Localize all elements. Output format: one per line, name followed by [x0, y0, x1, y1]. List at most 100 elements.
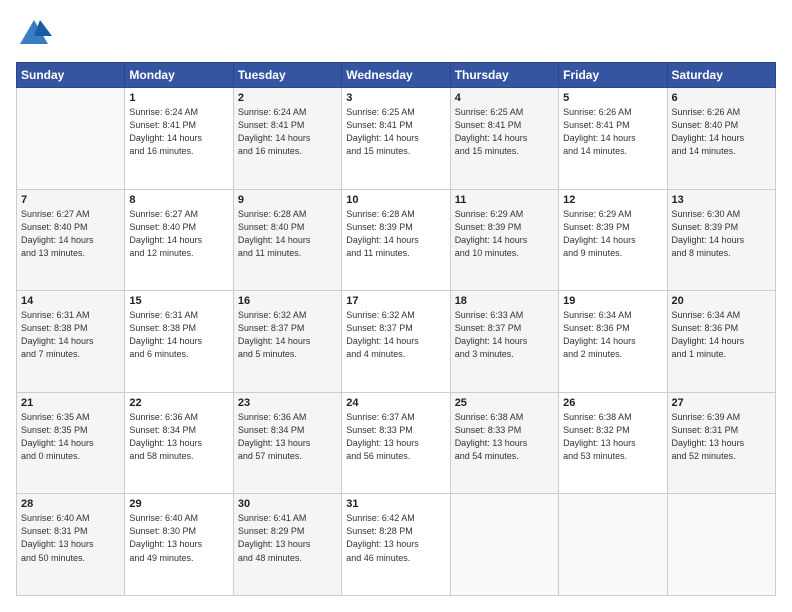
day-number: 29 [129, 498, 228, 510]
day-number: 31 [346, 498, 445, 510]
day-info: Sunrise: 6:30 AM Sunset: 8:39 PM Dayligh… [672, 208, 771, 260]
header-cell-tuesday: Tuesday [233, 63, 341, 88]
day-cell [667, 494, 775, 596]
day-cell: 1 Sunrise: 6:24 AM Sunset: 8:41 PM Daylig… [125, 88, 233, 190]
day-info: Sunrise: 6:24 AM Sunset: 8:41 PM Dayligh… [238, 106, 337, 158]
day-info: Sunrise: 6:27 AM Sunset: 8:40 PM Dayligh… [21, 208, 120, 260]
day-cell: 30 Sunrise: 6:41 AM Sunset: 8:29 PM Dayli… [233, 494, 341, 596]
day-number: 11 [455, 194, 554, 206]
day-number: 18 [455, 295, 554, 307]
day-cell: 3 Sunrise: 6:25 AM Sunset: 8:41 PM Daylig… [342, 88, 450, 190]
day-cell: 23 Sunrise: 6:36 AM Sunset: 8:34 PM Dayli… [233, 392, 341, 494]
day-info: Sunrise: 6:26 AM Sunset: 8:41 PM Dayligh… [563, 106, 662, 158]
day-number: 24 [346, 397, 445, 409]
day-cell: 14 Sunrise: 6:31 AM Sunset: 8:38 PM Dayli… [17, 291, 125, 393]
day-number: 2 [238, 92, 337, 104]
calendar-header: SundayMondayTuesdayWednesdayThursdayFrid… [17, 63, 776, 88]
header [16, 16, 776, 52]
day-number: 16 [238, 295, 337, 307]
day-info: Sunrise: 6:27 AM Sunset: 8:40 PM Dayligh… [129, 208, 228, 260]
calendar-body: 1 Sunrise: 6:24 AM Sunset: 8:41 PM Daylig… [17, 88, 776, 596]
day-info: Sunrise: 6:32 AM Sunset: 8:37 PM Dayligh… [238, 309, 337, 361]
day-info: Sunrise: 6:34 AM Sunset: 8:36 PM Dayligh… [563, 309, 662, 361]
day-cell: 31 Sunrise: 6:42 AM Sunset: 8:28 PM Dayli… [342, 494, 450, 596]
day-number: 13 [672, 194, 771, 206]
day-info: Sunrise: 6:33 AM Sunset: 8:37 PM Dayligh… [455, 309, 554, 361]
day-info: Sunrise: 6:42 AM Sunset: 8:28 PM Dayligh… [346, 512, 445, 564]
day-number: 23 [238, 397, 337, 409]
day-number: 5 [563, 92, 662, 104]
day-cell: 7 Sunrise: 6:27 AM Sunset: 8:40 PM Daylig… [17, 189, 125, 291]
day-number: 6 [672, 92, 771, 104]
day-cell: 25Sunrise: 6:38 AM Sunset: 8:33 PM Dayli… [450, 392, 558, 494]
day-info: Sunrise: 6:40 AM Sunset: 8:30 PM Dayligh… [129, 512, 228, 564]
day-cell: 17 Sunrise: 6:32 AM Sunset: 8:37 PM Dayli… [342, 291, 450, 393]
day-number: 8 [129, 194, 228, 206]
header-row: SundayMondayTuesdayWednesdayThursdayFrid… [17, 63, 776, 88]
page: SundayMondayTuesdayWednesdayThursdayFrid… [0, 0, 792, 612]
day-info: Sunrise: 6:25 AM Sunset: 8:41 PM Dayligh… [346, 106, 445, 158]
day-info: Sunrise: 6:41 AM Sunset: 8:29 PM Dayligh… [238, 512, 337, 564]
day-number: 15 [129, 295, 228, 307]
day-info: Sunrise: 6:25 AM Sunset: 8:41 PM Dayligh… [455, 106, 554, 158]
day-cell: 15 Sunrise: 6:31 AM Sunset: 8:38 PM Dayli… [125, 291, 233, 393]
header-cell-monday: Monday [125, 63, 233, 88]
day-info: Sunrise: 6:34 AM Sunset: 8:36 PM Dayligh… [672, 309, 771, 361]
day-number: 30 [238, 498, 337, 510]
day-cell: 28 Sunrise: 6:40 AM Sunset: 8:31 PM Dayli… [17, 494, 125, 596]
header-cell-saturday: Saturday [667, 63, 775, 88]
day-cell: 8 Sunrise: 6:27 AM Sunset: 8:40 PM Daylig… [125, 189, 233, 291]
week-row-1: 7 Sunrise: 6:27 AM Sunset: 8:40 PM Daylig… [17, 189, 776, 291]
day-info: Sunrise: 6:28 AM Sunset: 8:40 PM Dayligh… [238, 208, 337, 260]
day-number: 17 [346, 295, 445, 307]
day-number: 20 [672, 295, 771, 307]
day-cell [17, 88, 125, 190]
day-info: Sunrise: 6:40 AM Sunset: 8:31 PM Dayligh… [21, 512, 120, 564]
day-cell: 21Sunrise: 6:35 AM Sunset: 8:35 PM Dayli… [17, 392, 125, 494]
day-cell: 10 Sunrise: 6:28 AM Sunset: 8:39 PM Dayli… [342, 189, 450, 291]
day-number: 14 [21, 295, 120, 307]
week-row-3: 21Sunrise: 6:35 AM Sunset: 8:35 PM Dayli… [17, 392, 776, 494]
day-cell: 13 Sunrise: 6:30 AM Sunset: 8:39 PM Dayli… [667, 189, 775, 291]
day-cell: 27 Sunrise: 6:39 AM Sunset: 8:31 PM Dayli… [667, 392, 775, 494]
day-number: 28 [21, 498, 120, 510]
day-cell: 12Sunrise: 6:29 AM Sunset: 8:39 PM Dayli… [559, 189, 667, 291]
day-info: Sunrise: 6:38 AM Sunset: 8:33 PM Dayligh… [455, 411, 554, 463]
day-number: 1 [129, 92, 228, 104]
day-cell: 18 Sunrise: 6:33 AM Sunset: 8:37 PM Dayli… [450, 291, 558, 393]
day-cell: 24Sunrise: 6:37 AM Sunset: 8:33 PM Dayli… [342, 392, 450, 494]
day-info: Sunrise: 6:31 AM Sunset: 8:38 PM Dayligh… [129, 309, 228, 361]
day-cell: 11 Sunrise: 6:29 AM Sunset: 8:39 PM Dayli… [450, 189, 558, 291]
day-info: Sunrise: 6:38 AM Sunset: 8:32 PM Dayligh… [563, 411, 662, 463]
day-info: Sunrise: 6:28 AM Sunset: 8:39 PM Dayligh… [346, 208, 445, 260]
day-number: 10 [346, 194, 445, 206]
day-number: 26 [563, 397, 662, 409]
week-row-4: 28 Sunrise: 6:40 AM Sunset: 8:31 PM Dayli… [17, 494, 776, 596]
logo [16, 16, 56, 52]
day-number: 22 [129, 397, 228, 409]
day-cell: 6Sunrise: 6:26 AM Sunset: 8:40 PM Daylig… [667, 88, 775, 190]
day-cell: 19 Sunrise: 6:34 AM Sunset: 8:36 PM Dayli… [559, 291, 667, 393]
header-cell-thursday: Thursday [450, 63, 558, 88]
day-info: Sunrise: 6:32 AM Sunset: 8:37 PM Dayligh… [346, 309, 445, 361]
day-cell: 16 Sunrise: 6:32 AM Sunset: 8:37 PM Dayli… [233, 291, 341, 393]
day-number: 27 [672, 397, 771, 409]
day-cell: 29 Sunrise: 6:40 AM Sunset: 8:30 PM Dayli… [125, 494, 233, 596]
day-number: 9 [238, 194, 337, 206]
day-info: Sunrise: 6:36 AM Sunset: 8:34 PM Dayligh… [238, 411, 337, 463]
day-number: 21 [21, 397, 120, 409]
day-info: Sunrise: 6:29 AM Sunset: 8:39 PM Dayligh… [455, 208, 554, 260]
day-info: Sunrise: 6:24 AM Sunset: 8:41 PM Dayligh… [129, 106, 228, 158]
day-number: 19 [563, 295, 662, 307]
day-cell: 5 Sunrise: 6:26 AM Sunset: 8:41 PM Daylig… [559, 88, 667, 190]
day-info: Sunrise: 6:31 AM Sunset: 8:38 PM Dayligh… [21, 309, 120, 361]
day-number: 7 [21, 194, 120, 206]
week-row-2: 14 Sunrise: 6:31 AM Sunset: 8:38 PM Dayli… [17, 291, 776, 393]
day-number: 3 [346, 92, 445, 104]
header-cell-wednesday: Wednesday [342, 63, 450, 88]
day-cell: 22Sunrise: 6:36 AM Sunset: 8:34 PM Dayli… [125, 392, 233, 494]
day-info: Sunrise: 6:29 AM Sunset: 8:39 PM Dayligh… [563, 208, 662, 260]
week-row-0: 1 Sunrise: 6:24 AM Sunset: 8:41 PM Daylig… [17, 88, 776, 190]
day-info: Sunrise: 6:39 AM Sunset: 8:31 PM Dayligh… [672, 411, 771, 463]
calendar-table: SundayMondayTuesdayWednesdayThursdayFrid… [16, 62, 776, 596]
